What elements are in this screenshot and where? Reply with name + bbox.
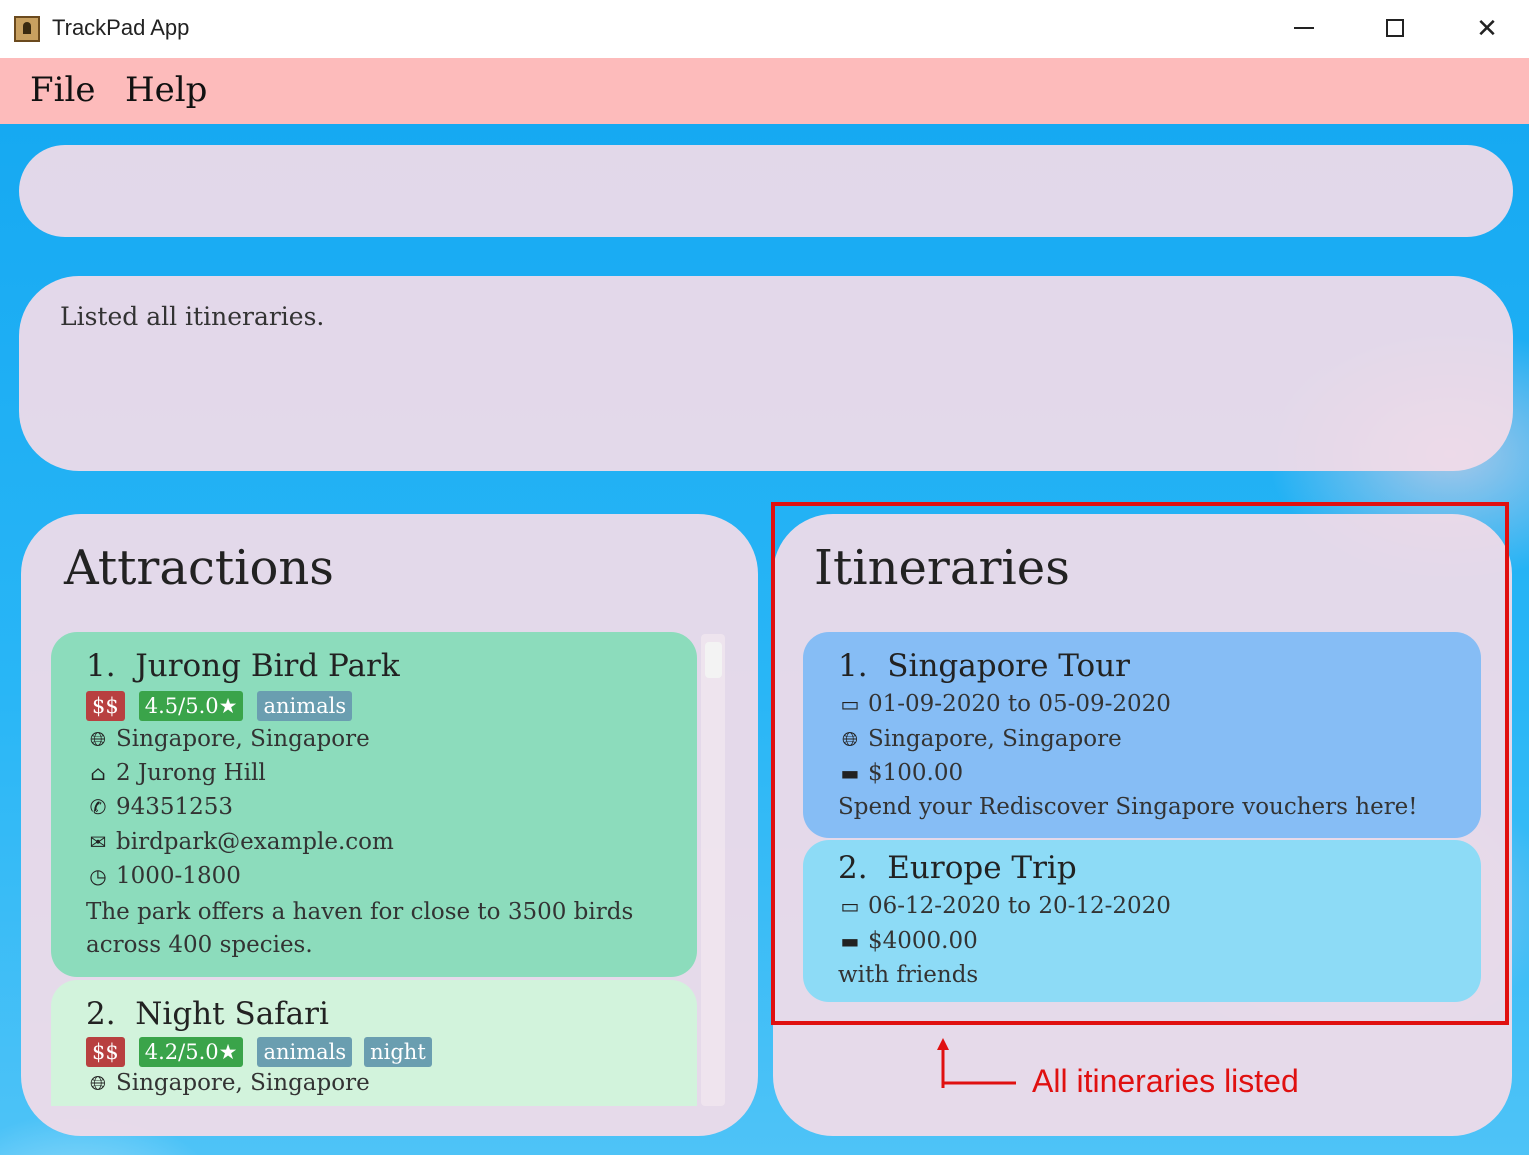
menu-bar: File Help bbox=[0, 58, 1529, 124]
attractions-title: Attractions bbox=[64, 540, 334, 596]
attraction-phone: ✆ 94351253 bbox=[86, 794, 233, 820]
attraction-hours: ◷ 1000-1800 bbox=[86, 863, 241, 889]
price-badge: $$ bbox=[86, 691, 125, 721]
attraction-email: ✉ birdpark@example.com bbox=[86, 829, 394, 855]
attraction-name: Night Safari bbox=[135, 996, 329, 1032]
menu-help[interactable]: Help bbox=[125, 70, 207, 110]
price-badge: $$ bbox=[86, 1037, 125, 1067]
window-title: TrackPad App bbox=[52, 15, 190, 40]
rating-badge: 4.2/5.0★ bbox=[138, 1037, 244, 1067]
attraction-heading: 2. Night Safari bbox=[86, 996, 329, 1032]
annotation-arrow bbox=[937, 1038, 1016, 1088]
minimize-icon bbox=[1294, 27, 1314, 29]
globe-icon: 🌐︎ bbox=[90, 1071, 106, 1095]
tag-badge: night bbox=[364, 1037, 432, 1067]
scrollbar-thumb[interactable] bbox=[705, 642, 722, 678]
highlight-box bbox=[771, 502, 1509, 1025]
attraction-location: 🌐︎ Singapore, Singapore bbox=[86, 1070, 370, 1096]
title-bar: TrackPad App ✕ bbox=[0, 0, 1529, 58]
attraction-index: 1. bbox=[86, 648, 116, 684]
attraction-tags: $$ 4.5/5.0★ animals bbox=[86, 691, 353, 721]
attraction-address: ⌂ 2 Jurong Hill bbox=[86, 760, 265, 786]
close-button[interactable]: ✕ bbox=[1467, 10, 1507, 46]
result-message: Listed all itineraries. bbox=[60, 302, 325, 331]
attraction-location: 🌐︎ Singapore, Singapore bbox=[86, 726, 370, 752]
rating-badge: 4.5/5.0★ bbox=[138, 691, 244, 721]
home-icon: ⌂ bbox=[90, 761, 106, 785]
annotation-label: All itineraries listed bbox=[1032, 1063, 1299, 1099]
attraction-card[interactable]: 1. Jurong Bird Park $$ 4.5/5.0★ animals … bbox=[51, 632, 697, 977]
close-icon: ✕ bbox=[1476, 12, 1498, 43]
attraction-card[interactable]: 2. Night Safari $$ 4.2/5.0★ animals nigh… bbox=[51, 980, 697, 1106]
attraction-name: Jurong Bird Park bbox=[135, 648, 400, 684]
email-icon: ✉ bbox=[89, 830, 107, 854]
command-input[interactable] bbox=[19, 145, 1513, 237]
tag-badge: animals bbox=[257, 1037, 353, 1067]
maximize-icon bbox=[1386, 19, 1404, 37]
attraction-tags: $$ 4.2/5.0★ animals night bbox=[86, 1037, 432, 1067]
app-icon bbox=[14, 16, 40, 42]
clock-icon: ◷ bbox=[89, 864, 107, 888]
maximize-button[interactable] bbox=[1375, 10, 1415, 46]
globe-icon: 🌐︎ bbox=[90, 727, 106, 751]
attraction-description: The park offers a haven for close to 350… bbox=[86, 899, 634, 958]
menu-file[interactable]: File bbox=[30, 70, 95, 110]
phone-icon: ✆ bbox=[89, 795, 107, 819]
attraction-index: 2. bbox=[86, 996, 116, 1032]
tag-badge: animals bbox=[257, 691, 353, 721]
attractions-scrollbar[interactable] bbox=[701, 634, 725, 1106]
attraction-heading: 1. Jurong Bird Park bbox=[86, 648, 400, 684]
minimize-button[interactable] bbox=[1284, 10, 1324, 46]
